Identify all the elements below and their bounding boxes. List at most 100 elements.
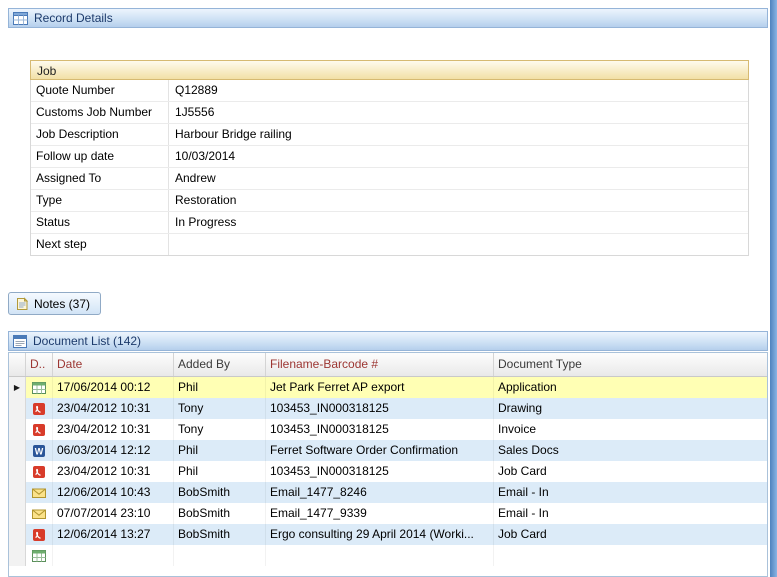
cell-date: 23/04/2012 10:31	[53, 461, 174, 482]
table-row[interactable]: ▶ 17/06/2014 00:12 Phil Jet Park Ferret …	[9, 377, 767, 398]
table-row[interactable]: W 06/03/2014 12:12 Phil Ferret Software …	[9, 440, 767, 461]
cell-added-by	[174, 545, 266, 566]
row-indicator	[9, 398, 26, 419]
field-label: Assigned To	[31, 168, 169, 189]
row-indicator	[9, 419, 26, 440]
field-row-quote-number: Quote Number Q12889	[31, 80, 748, 102]
job-fields: Quote Number Q12889 Customs Job Number 1…	[30, 80, 749, 256]
cell-document-type: Application	[498, 380, 557, 394]
cell-added-by: Phil	[174, 440, 266, 461]
column-header-document-type[interactable]: Document Type	[494, 353, 767, 376]
field-value[interactable]: Q12889	[169, 80, 748, 101]
cell-filename	[266, 545, 494, 566]
row-indicator	[9, 503, 26, 524]
column-header-added-by[interactable]: Added By	[174, 353, 266, 376]
cell-added-by: BobSmith	[174, 482, 266, 503]
field-value[interactable]: Harbour Bridge railing	[169, 124, 748, 145]
cell-document-type: Drawing	[498, 401, 543, 415]
field-row-follow-up-date: Follow up date 10/03/2014	[31, 146, 748, 168]
field-value[interactable]: In Progress	[169, 212, 748, 233]
job-panel: Job Quote Number Q12889 Customs Job Numb…	[30, 60, 749, 256]
pdf-icon	[26, 524, 53, 545]
cell-filename: Ferret Software Order Confirmation	[266, 440, 494, 461]
field-row-job-description: Job Description Harbour Bridge railing	[31, 124, 748, 146]
cell-filename: 103453_IN000318125	[266, 419, 494, 440]
field-label: Quote Number	[31, 80, 169, 101]
column-header-filename[interactable]: Filename-Barcode #	[266, 353, 494, 376]
field-row-type: Type Restoration	[31, 190, 748, 212]
selected-row-arrow-icon: ▶	[13, 382, 21, 392]
table-row[interactable]: 12/06/2014 10:43 BobSmith Email_1477_824…	[9, 482, 767, 503]
table-row[interactable]: 23/04/2012 10:31 Tony 103453_IN000318125…	[9, 419, 767, 440]
cell-filename: 103453_IN000318125	[266, 461, 494, 482]
row-indicator	[9, 461, 26, 482]
field-row-status: Status In Progress	[31, 212, 748, 234]
field-row-assigned-to: Assigned To Andrew	[31, 168, 748, 190]
column-header-indicator	[9, 353, 26, 376]
cell-date: 23/04/2012 10:31	[53, 419, 174, 440]
pdf-icon	[26, 419, 53, 440]
field-row-next-step: Next step	[31, 234, 748, 255]
cell-filename: 103453_IN000318125	[266, 398, 494, 419]
record-details-icon	[13, 11, 28, 25]
cell-document-type: Invoice	[498, 422, 537, 436]
cell-date	[53, 545, 174, 566]
cell-filename: Email_1477_8246	[266, 482, 494, 503]
document-grid: D.. Date Added By Filename-Barcode # Doc…	[8, 352, 768, 577]
table-row[interactable]	[9, 545, 767, 566]
cell-document-type: Email - In	[498, 485, 549, 499]
record-details-header[interactable]: Record Details	[8, 8, 768, 28]
row-indicator	[9, 524, 26, 545]
field-value[interactable]: 1J5556	[169, 102, 748, 123]
row-indicator	[9, 482, 26, 503]
app-window: { "record_details": { "title": "Record D…	[0, 0, 777, 577]
table-row[interactable]: 23/04/2012 10:31 Phil 103453_IN000318125…	[9, 461, 767, 482]
svg-text:W: W	[35, 446, 44, 456]
cell-filename: Ergo consulting 29 April 2014 (Worki...	[266, 524, 494, 545]
cell-date: 07/07/2014 23:10	[53, 503, 174, 524]
row-indicator	[9, 440, 26, 461]
field-value[interactable]: Restoration	[169, 190, 748, 211]
field-value[interactable]: 10/03/2014	[169, 146, 748, 167]
table-row[interactable]: 23/04/2012 10:31 Tony 103453_IN000318125…	[9, 398, 767, 419]
email-icon	[26, 482, 53, 503]
cell-filename: Jet Park Ferret AP export	[266, 377, 494, 398]
row-indicator: ▶	[9, 377, 26, 398]
field-label: Status	[31, 212, 169, 233]
cell-date: 12/06/2014 13:27	[53, 524, 174, 545]
cell-date: 23/04/2012 10:31	[53, 398, 174, 419]
document-list-icon	[13, 334, 27, 348]
record-details-title: Record Details	[34, 11, 113, 25]
field-label: Job Description	[31, 124, 169, 145]
field-row-customs-job-number: Customs Job Number 1J5556	[31, 102, 748, 124]
field-value[interactable]: Andrew	[169, 168, 748, 189]
cell-added-by: Phil	[174, 377, 266, 398]
column-header-docicon[interactable]: D..	[26, 353, 53, 376]
cell-added-by: Tony	[174, 419, 266, 440]
cell-date: 12/06/2014 10:43	[53, 482, 174, 503]
job-group-header: Job	[30, 60, 749, 80]
field-label: Customs Job Number	[31, 102, 169, 123]
word-icon: W	[26, 440, 53, 461]
document-list-title: Document List (142)	[33, 334, 142, 348]
cell-document-type: Sales Docs	[498, 443, 559, 457]
cell-date: 06/03/2014 12:12	[53, 440, 174, 461]
email-icon	[26, 503, 53, 524]
cell-added-by: Tony	[174, 398, 266, 419]
notes-tab[interactable]: Notes (37)	[8, 292, 102, 315]
cell-added-by: Phil	[174, 461, 266, 482]
notes-icon	[15, 296, 29, 311]
cell-document-type: Job Card	[498, 527, 547, 541]
field-value[interactable]	[169, 234, 748, 255]
cell-filename: Email_1477_9339	[266, 503, 494, 524]
excel-icon	[26, 377, 53, 398]
table-row[interactable]: 07/07/2014 23:10 BobSmith Email_1477_933…	[9, 503, 767, 524]
column-header-date[interactable]: Date	[53, 353, 174, 376]
row-indicator	[9, 545, 26, 566]
field-label: Next step	[31, 234, 169, 255]
cell-document-type: Job Card	[498, 464, 547, 478]
cell-date: 17/06/2014 00:12	[53, 377, 174, 398]
document-list-header[interactable]: Document List (142)	[8, 331, 768, 351]
table-row[interactable]: 12/06/2014 13:27 BobSmith Ergo consultin…	[9, 524, 767, 545]
notes-label: Notes (37)	[34, 296, 91, 311]
